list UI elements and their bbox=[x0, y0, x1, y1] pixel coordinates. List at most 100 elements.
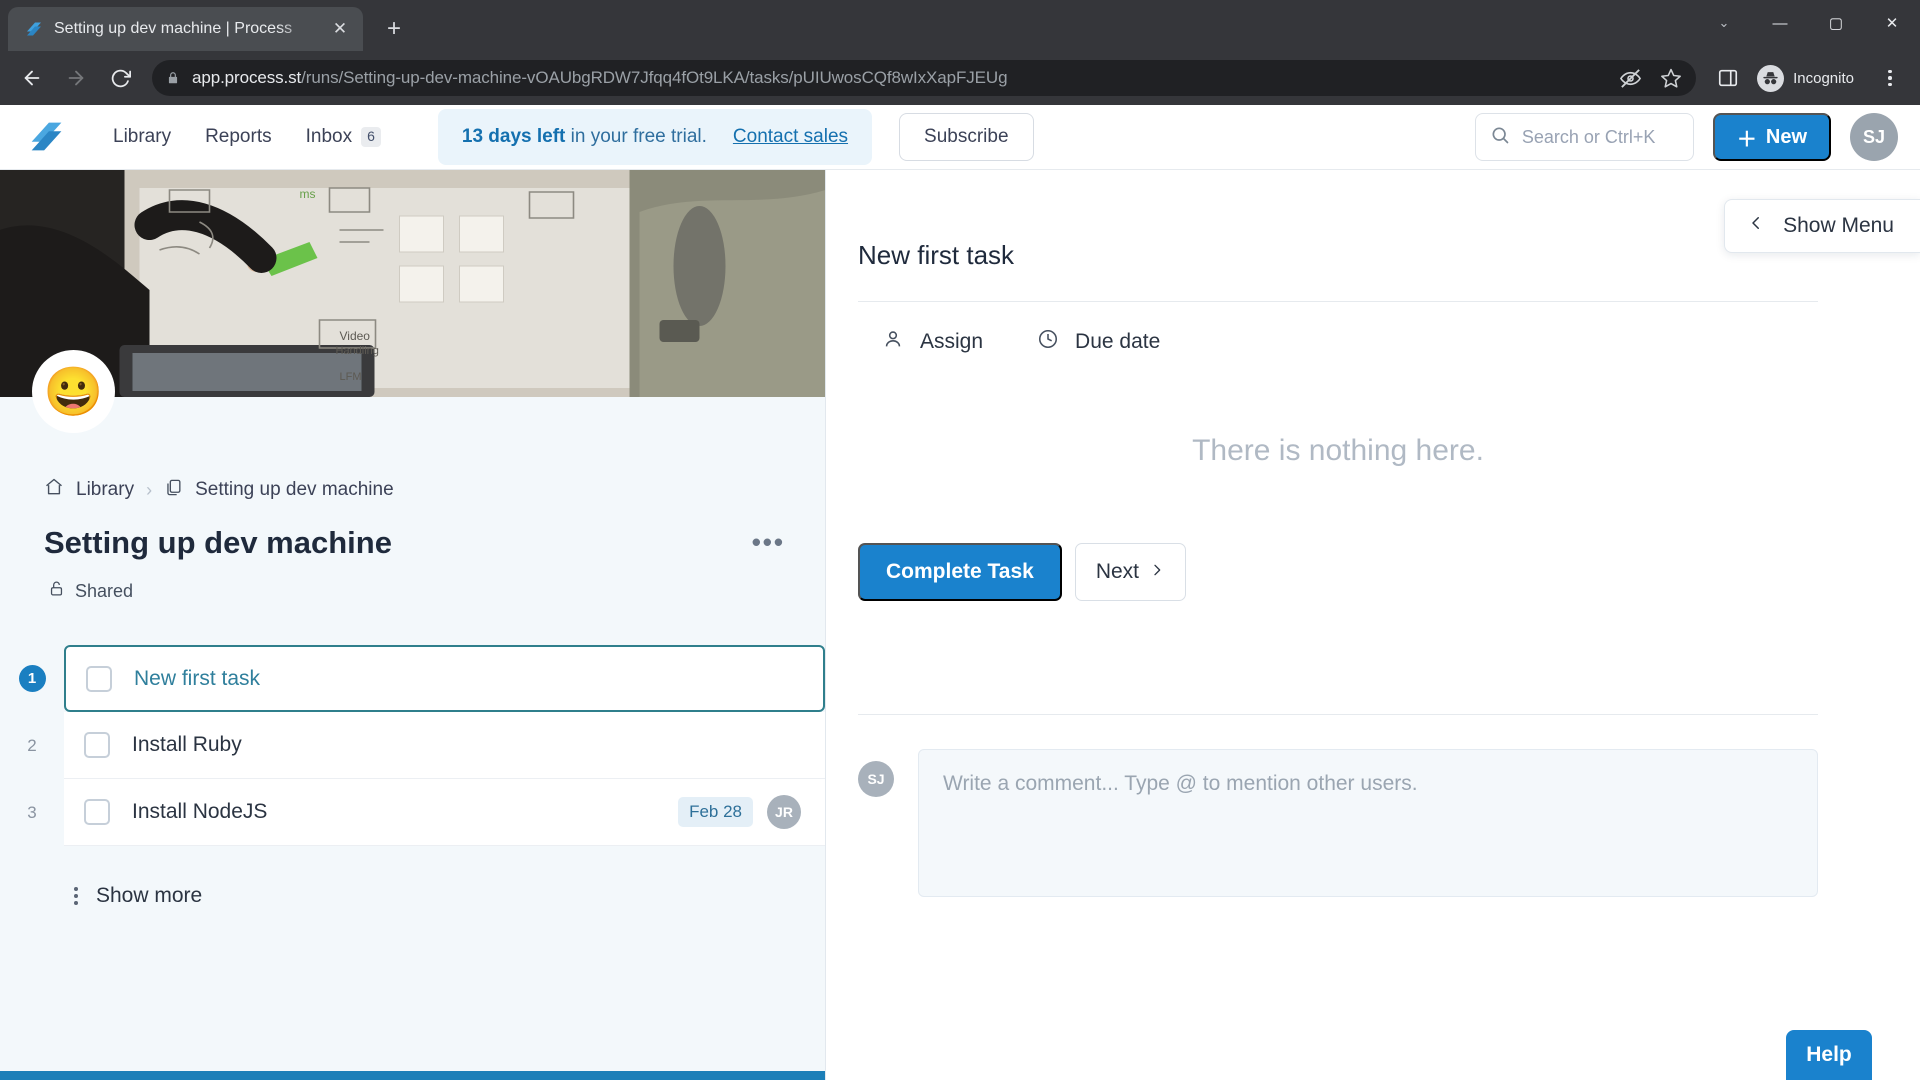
chevron-left-icon bbox=[1747, 214, 1765, 238]
avatar[interactable]: SJ bbox=[1850, 113, 1898, 161]
assign-action[interactable]: Assign bbox=[882, 328, 983, 356]
task-row[interactable]: 3 Install NodeJS Feb 28 JR bbox=[0, 779, 825, 846]
arrow-forward-icon bbox=[56, 58, 96, 98]
incognito-indicator[interactable]: Incognito bbox=[1752, 61, 1868, 95]
task-checkbox[interactable] bbox=[86, 665, 112, 692]
task-content[interactable]: Install Ruby bbox=[64, 712, 825, 779]
trial-rest: in your free trial. bbox=[570, 126, 707, 147]
task-due-date[interactable]: Feb 28 bbox=[678, 797, 753, 827]
browser-tabstrip: Setting up dev machine | Process ✕ + ⌄ —… bbox=[0, 0, 1920, 51]
task-label: New first task bbox=[134, 666, 261, 690]
help-button[interactable]: Help bbox=[1786, 1030, 1872, 1080]
process-st-brand-icon[interactable] bbox=[24, 114, 70, 160]
sidebar-item-library[interactable]: Library bbox=[96, 117, 188, 157]
task-checkbox[interactable] bbox=[84, 732, 110, 758]
status-badge[interactable]: Shared bbox=[0, 561, 825, 603]
task-number: 2 bbox=[27, 735, 37, 755]
due-date-action[interactable]: Due date bbox=[1037, 328, 1160, 356]
ellipsis-horizontal-icon[interactable]: ••• bbox=[752, 530, 785, 555]
url-path: /runs/Setting-up-dev-machine-vOAUbgRDW7J… bbox=[301, 68, 1008, 87]
complete-task-button[interactable]: Complete Task bbox=[858, 543, 1062, 601]
nav-library-label: Library bbox=[113, 126, 172, 147]
due-date-label: Due date bbox=[1075, 330, 1161, 353]
address-bar[interactable]: app.process.st/runs/Setting-up-dev-machi… bbox=[152, 60, 1697, 96]
svg-text:LFM: LFM bbox=[340, 371, 362, 383]
task-row[interactable]: 2 Install Ruby bbox=[0, 712, 825, 779]
task-content[interactable]: New first task bbox=[64, 645, 825, 712]
horizontal-scrollbar[interactable] bbox=[0, 1071, 825, 1080]
app-header: Library Reports Inbox 6 13 days left in … bbox=[0, 105, 1920, 170]
next-task-button[interactable]: Next bbox=[1074, 543, 1187, 601]
unlock-icon bbox=[48, 579, 65, 603]
home-icon bbox=[44, 477, 64, 503]
search-icon bbox=[1490, 125, 1510, 150]
app-body: Video Handling LFM ms 😀 Library › Settin… bbox=[0, 170, 1920, 1080]
assign-label: Assign bbox=[920, 330, 984, 353]
task-assignee-avatar[interactable]: JR bbox=[767, 795, 801, 829]
comment-input[interactable]: Write a comment... Type @ to mention oth… bbox=[918, 749, 1818, 897]
arrow-back-icon[interactable] bbox=[12, 58, 52, 98]
sidebar-item-inbox[interactable]: Inbox 6 bbox=[289, 117, 398, 157]
show-more-button[interactable]: Show more bbox=[0, 846, 825, 908]
page-title-text: Setting up dev machine bbox=[44, 525, 392, 560]
breadcrumb-separator: › bbox=[146, 479, 153, 500]
window-close-icon[interactable]: ✕ bbox=[1864, 0, 1920, 46]
add-new-button[interactable]: ＋ New bbox=[1712, 113, 1831, 161]
empty-state-message: There is nothing here. bbox=[1192, 434, 1484, 467]
task-row[interactable]: 1 New first task bbox=[0, 645, 825, 712]
breadcrumb: Library › Setting up dev machine bbox=[0, 397, 825, 503]
person-icon bbox=[882, 328, 904, 356]
new-button-label: New bbox=[1765, 125, 1807, 148]
browser-tab[interactable]: Setting up dev machine | Process ✕ bbox=[8, 7, 363, 51]
kebab-menu-icon[interactable] bbox=[1872, 60, 1908, 96]
show-menu-button[interactable]: Show Menu bbox=[1724, 199, 1920, 253]
maximize-icon[interactable]: ▢ bbox=[1808, 0, 1864, 46]
next-label: Next bbox=[1095, 560, 1140, 583]
browser-window: Setting up dev machine | Process ✕ + ⌄ —… bbox=[0, 0, 1920, 1080]
search-input[interactable]: Search or Ctrl+K bbox=[1474, 113, 1694, 161]
task-content[interactable]: Install NodeJS Feb 28 JR bbox=[64, 779, 825, 846]
search-placeholder: Search or Ctrl+K bbox=[1521, 126, 1656, 147]
reload-icon[interactable] bbox=[100, 58, 140, 98]
page-title: Setting up dev machine ••• bbox=[0, 503, 825, 561]
task-cta-row: Complete Task Next bbox=[858, 468, 1816, 601]
nav-inbox-label: Inbox bbox=[305, 126, 353, 147]
svg-text:Video: Video bbox=[340, 329, 371, 343]
minimize-icon[interactable]: — bbox=[1752, 0, 1808, 46]
cover-image: Video Handling LFM ms bbox=[0, 170, 825, 397]
checklist-pane: Video Handling LFM ms 😀 Library › Settin… bbox=[0, 170, 826, 1080]
lock-icon bbox=[166, 70, 180, 86]
task-detail: New first task Assign Due date There is … bbox=[826, 170, 1818, 897]
breadcrumb-library[interactable]: Library bbox=[76, 479, 134, 501]
eye-slash-icon[interactable] bbox=[1619, 67, 1642, 90]
contact-sales-link[interactable]: Contact sales bbox=[733, 126, 848, 148]
incognito-avatar-icon bbox=[1757, 64, 1785, 92]
task-number-badge: 1 bbox=[18, 665, 46, 692]
show-more-label: Show more bbox=[96, 884, 203, 907]
close-icon[interactable]: ✕ bbox=[327, 16, 353, 42]
task-number: 3 bbox=[27, 802, 37, 822]
trial-text: 13 days left in your free trial. bbox=[462, 126, 707, 148]
window-controls: ⌄ — ▢ ✕ bbox=[1696, 0, 1920, 46]
process-st-logo-icon bbox=[24, 19, 44, 39]
chevron-down-icon[interactable]: ⌄ bbox=[1696, 0, 1752, 46]
task-label: Install Ruby bbox=[132, 733, 242, 756]
sidebar-item-reports[interactable]: Reports bbox=[188, 117, 289, 157]
omnibox-actions bbox=[1605, 67, 1682, 90]
nav-reports-label: Reports bbox=[205, 126, 272, 147]
browser-toolbar: app.process.st/runs/Setting-up-dev-machi… bbox=[0, 51, 1920, 105]
subscribe-button[interactable]: Subscribe bbox=[899, 113, 1034, 161]
task-detail-pane: Show Menu New first task Assign Due date… bbox=[826, 170, 1920, 1080]
breadcrumb-current[interactable]: Setting up dev machine bbox=[195, 479, 394, 501]
svg-text:ms: ms bbox=[300, 187, 316, 201]
incognito-label: Incognito bbox=[1793, 69, 1854, 87]
address-bar-url: app.process.st/runs/Setting-up-dev-machi… bbox=[192, 68, 1007, 88]
task-checkbox[interactable] bbox=[84, 799, 110, 825]
trial-days-left: 13 days left bbox=[461, 126, 566, 147]
task-label: Install NodeJS bbox=[132, 800, 268, 823]
side-panel-icon[interactable] bbox=[1708, 58, 1748, 98]
plus-icon[interactable]: + bbox=[375, 10, 413, 48]
chevron-right-icon bbox=[1149, 560, 1165, 584]
checklist-emoji[interactable]: 😀 bbox=[32, 350, 115, 433]
star-icon[interactable] bbox=[1660, 67, 1682, 89]
